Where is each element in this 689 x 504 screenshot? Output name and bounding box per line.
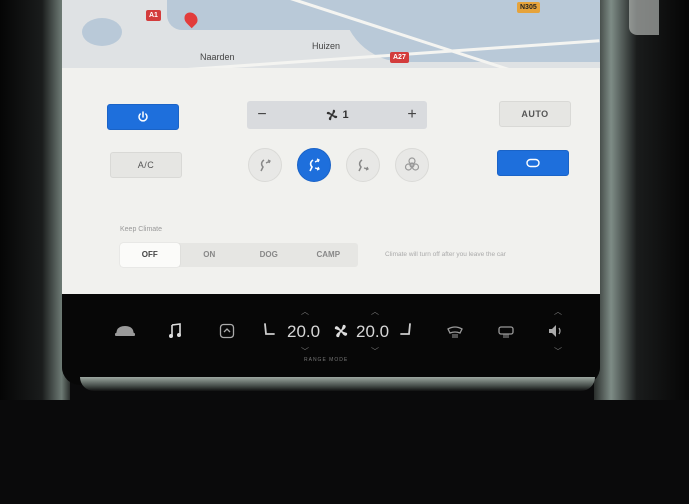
bezel-highlight: [629, 0, 659, 35]
keep-climate-dog[interactable]: DOG: [239, 243, 299, 267]
keep-climate-label: Keep Climate: [120, 226, 163, 233]
right-bezel: [594, 0, 689, 400]
passenger-temperature[interactable]: 20.0: [356, 322, 389, 342]
passenger-temp-up-icon[interactable]: ︿: [371, 306, 379, 317]
recirculate-icon: [526, 158, 540, 168]
driver-seat-icon[interactable]: [262, 322, 276, 340]
volume-icon[interactable]: [547, 323, 565, 339]
keep-climate-note: Climate will turn off after you leave th…: [385, 251, 506, 258]
airflow-feet-icon: [358, 159, 369, 172]
keep-climate-camp[interactable]: CAMP: [299, 243, 359, 267]
apps-icon[interactable]: [219, 323, 235, 339]
fan-icon: [327, 109, 338, 121]
recirculate-button[interactable]: [497, 150, 569, 176]
road-shield-a1: A1: [146, 10, 161, 21]
fan-increase-button[interactable]: +: [397, 106, 427, 124]
volume-down-icon[interactable]: ﹀: [554, 346, 562, 357]
airflow-face-feet-button[interactable]: [297, 148, 331, 182]
bottom-frame: [80, 377, 595, 391]
driver-temperature[interactable]: 20.0: [287, 322, 320, 342]
airflow-face-button[interactable]: [248, 148, 282, 182]
volume-up-icon[interactable]: ︿: [554, 306, 562, 317]
touchscreen: A1 A27 N305 Naarden Huizen − 1 + AUTO A/…: [62, 0, 600, 385]
map-place-huizen: Huizen: [312, 41, 341, 51]
biohazard-icon: [404, 157, 420, 171]
music-icon[interactable]: [168, 323, 182, 339]
power-icon: [138, 111, 148, 122]
fan-speed-display: 1: [277, 109, 397, 121]
keep-climate-on[interactable]: ON: [180, 243, 240, 267]
map-water: [342, 0, 600, 62]
car-icon[interactable]: [114, 324, 136, 338]
map-place-naarden: Naarden: [200, 52, 235, 62]
fan-icon[interactable]: [332, 322, 350, 340]
fan-speed-control: − 1 +: [247, 101, 427, 129]
driver-temp-down-icon[interactable]: ﹀: [301, 346, 309, 357]
road-shield-a27: A27: [390, 52, 409, 63]
keep-climate-off[interactable]: OFF: [120, 243, 180, 267]
rear-defrost-icon[interactable]: [497, 325, 515, 339]
range-mode-label: RANGE MODE: [304, 357, 349, 363]
fan-speed-value: 1: [342, 109, 349, 121]
airflow-face-feet-icon: [309, 158, 320, 172]
front-defrost-icon[interactable]: [446, 325, 464, 339]
fan-decrease-button[interactable]: −: [247, 106, 277, 124]
map-water: [82, 18, 122, 46]
airflow-face-icon: [260, 159, 271, 172]
road-shield-n305: N305: [517, 2, 540, 13]
driver-temp-up-icon[interactable]: ︿: [301, 306, 309, 317]
bioweapon-defense-button[interactable]: [395, 148, 429, 182]
auto-button[interactable]: AUTO: [499, 101, 571, 127]
airflow-feet-button[interactable]: [346, 148, 380, 182]
passenger-temp-down-icon[interactable]: ﹀: [371, 346, 379, 357]
left-bezel: [0, 0, 70, 400]
keep-climate-selector: OFF ON DOG CAMP: [120, 243, 358, 267]
passenger-seat-icon[interactable]: [399, 322, 413, 340]
ac-button[interactable]: A/C: [110, 152, 182, 178]
climate-power-button[interactable]: [107, 104, 179, 130]
control-bar: [62, 294, 600, 385]
